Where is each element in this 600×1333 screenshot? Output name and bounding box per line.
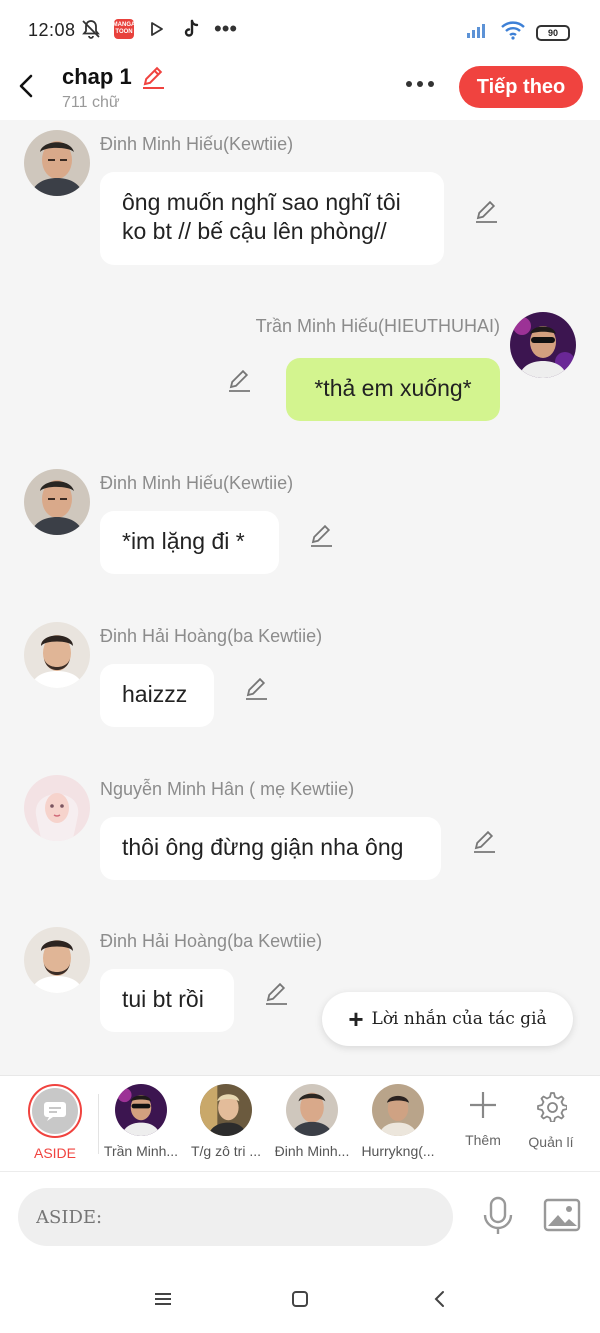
character-aside[interactable]: ASIDE [13, 1084, 97, 1161]
avatar-dinh-minh-hieu[interactable] [24, 130, 90, 196]
next-button[interactable]: Tiếp theo [459, 66, 583, 108]
status-bar: 12:08 MANGA TOON ••• 90 [0, 0, 600, 60]
word-count: 711 chữ [62, 94, 120, 111]
character-label: Đinh Minh... [274, 1143, 350, 1159]
character-label: ASIDE [33, 1145, 76, 1161]
character-avatar [115, 1084, 167, 1136]
message-input[interactable] [18, 1188, 453, 1246]
play-store-icon [146, 18, 168, 40]
sender-name: Đinh Minh Hiếu(Kewtiie) [100, 473, 294, 493]
menu-nav-button[interactable] [148, 1284, 178, 1314]
character-hurrykng[interactable]: Hurrykng(... [356, 1084, 440, 1159]
message-bubble[interactable]: ông muốn nghĩ sao nghĩ tôi ko bt // bế c… [100, 172, 444, 265]
author-note-label: Lời nhắn của tác giả [371, 1009, 547, 1029]
home-square-icon [292, 1291, 308, 1307]
gear-icon [537, 1092, 567, 1122]
chapter-header: chap 1 711 chữ Tiếp theo [0, 60, 600, 120]
chat-area[interactable]: Đinh Minh Hiếu(Kewtiie) ông muốn nghĩ sa… [0, 120, 600, 1075]
pencil-icon [229, 369, 250, 392]
avatar-dinh-hai-hoang[interactable] [24, 622, 90, 688]
input-bar [0, 1172, 600, 1262]
edit-message-button[interactable] [243, 675, 269, 701]
character-tg-zo-tri[interactable]: T/g zô tri ... [184, 1084, 268, 1159]
sender-name: Đinh Hải Hoàng(ba Kewtiie) [100, 626, 323, 646]
manage-label: Quản lí [528, 1134, 574, 1150]
message-bubble[interactable]: thôi ông đừng giận nha ông [100, 817, 441, 880]
add-character-button[interactable]: Thêm [448, 1090, 518, 1148]
microphone-icon [483, 1196, 513, 1234]
character-label: Trần Minh... [103, 1143, 179, 1159]
pencil-icon [143, 66, 164, 89]
plus-icon [470, 1092, 496, 1118]
message-bubble[interactable]: tui bt rồi [100, 969, 234, 1032]
edit-message-button[interactable] [473, 198, 499, 224]
battery-icon: 90 [536, 24, 570, 41]
pencil-icon [266, 982, 287, 1005]
avatar-dinh-hai-hoang[interactable] [24, 927, 90, 993]
sender-name: Đinh Minh Hiếu(Kewtiie) [100, 134, 294, 154]
back-button[interactable] [12, 68, 40, 104]
sender-name: Trần Minh Hiếu(HIEUTHUHAI) [255, 316, 500, 336]
character-label: Hurrykng(... [361, 1143, 435, 1159]
character-avatar [286, 1084, 338, 1136]
back-chevron-icon [434, 1291, 444, 1307]
manga-toon-app-icon: MANGA TOON [113, 19, 135, 39]
speech-bubble-icon [44, 1102, 66, 1121]
character-avatar [372, 1084, 424, 1136]
system-nav-bar [0, 1262, 600, 1333]
character-avatar [200, 1084, 252, 1136]
author-note-button[interactable]: + Lời nhắn của tác giả [322, 992, 573, 1046]
manage-button[interactable]: Quản lí [516, 1090, 586, 1150]
character-bar: ASIDE Trần Minh... T/g zô tri ... Đinh M… [0, 1075, 600, 1172]
status-icons-left: MANGA TOON ••• [80, 18, 237, 40]
edit-message-button[interactable] [308, 522, 334, 548]
add-label: Thêm [465, 1132, 501, 1148]
message-bubble[interactable]: *im lặng đi * [100, 511, 279, 574]
avatar-dinh-minh-hieu[interactable] [24, 469, 90, 535]
sender-name: Nguyễn Minh Hân ( mẹ Kewtiie) [100, 779, 355, 799]
pencil-icon [474, 830, 495, 853]
edit-message-button[interactable] [226, 367, 252, 393]
pencil-icon [476, 200, 497, 223]
character-dinh-minh-hieu[interactable]: Đinh Minh... [270, 1084, 354, 1159]
sender-name: Đinh Hải Hoàng(ba Kewtiie) [100, 931, 323, 951]
avatar-nguyen-minh-han[interactable] [24, 775, 90, 841]
aside-avatar [28, 1084, 82, 1138]
plus-icon: + [348, 1004, 364, 1034]
image-icon [543, 1198, 581, 1232]
status-time: 12:08 [28, 20, 76, 40]
status-icons-right: 90 [466, 20, 570, 45]
more-notifications-icon: ••• [214, 16, 238, 41]
pencil-icon [246, 677, 267, 700]
muted-bell-icon [80, 18, 102, 40]
wifi-icon [500, 20, 526, 45]
back-arrow-icon [19, 74, 33, 98]
more-options-button[interactable] [400, 72, 440, 96]
chapter-title: chap 1 [62, 64, 132, 89]
edit-message-button[interactable] [471, 828, 497, 854]
pencil-icon [311, 524, 332, 547]
hamburger-icon [155, 1293, 171, 1305]
edit-message-button[interactable] [263, 980, 289, 1006]
back-nav-button[interactable] [424, 1284, 454, 1314]
message-bubble[interactable]: haizzz [100, 664, 214, 727]
avatar-tran-minh-hieu[interactable] [510, 312, 576, 378]
image-button[interactable] [543, 1198, 581, 1232]
character-label: T/g zô tri ... [190, 1143, 261, 1159]
home-nav-button[interactable] [285, 1284, 315, 1314]
signal-icon [466, 22, 490, 43]
microphone-button[interactable] [480, 1196, 516, 1236]
message-bubble[interactable]: *thả em xuống* [286, 358, 500, 421]
edit-title-button[interactable] [140, 64, 166, 90]
tiktok-icon [180, 18, 202, 40]
character-tran-minh-hieu[interactable]: Trần Minh... [99, 1084, 183, 1159]
